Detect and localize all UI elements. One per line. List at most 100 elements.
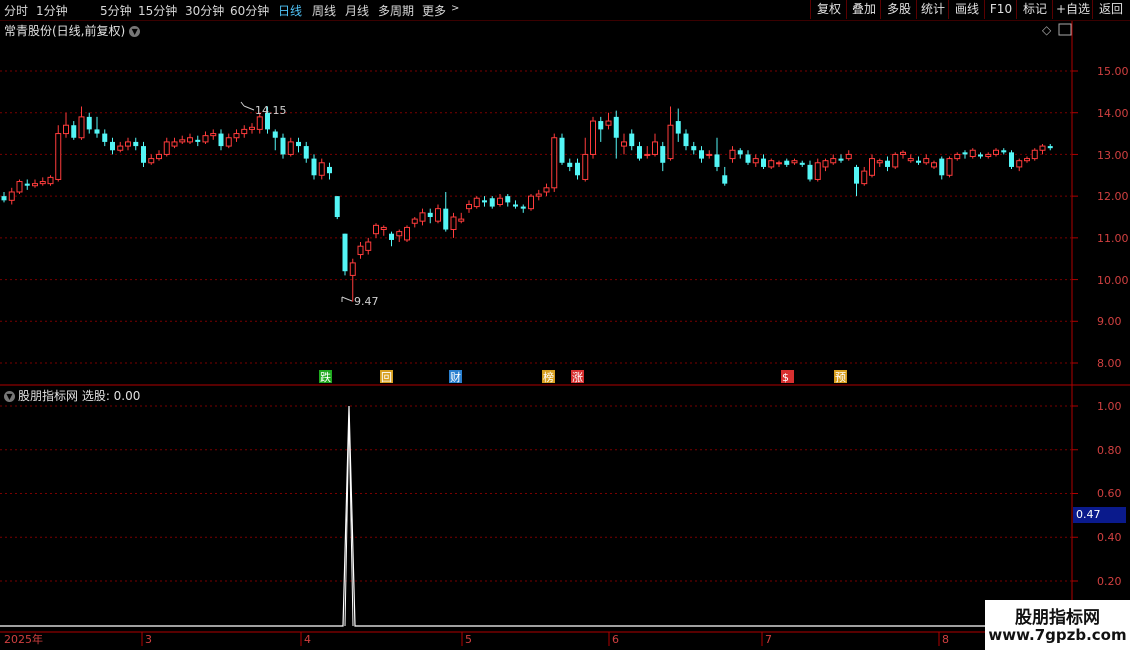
candle-body	[1047, 146, 1053, 149]
candle-body	[714, 154, 720, 167]
candle-body	[233, 133, 240, 139]
candle-body	[202, 135, 209, 143]
candle-body	[706, 153, 713, 156]
candle-body	[907, 158, 914, 162]
candle-body	[799, 162, 805, 165]
candle-body	[225, 137, 232, 147]
candle-body	[605, 120, 612, 126]
candle-body	[528, 195, 534, 210]
candle-body	[349, 262, 356, 276]
candle-body	[287, 141, 294, 155]
candle-body	[637, 146, 642, 159]
candle-body	[318, 162, 325, 176]
candle-body	[660, 146, 666, 163]
candle-body	[404, 226, 410, 241]
candle-body	[141, 146, 146, 163]
time-axis-label: 4	[304, 633, 311, 646]
candle-body	[195, 139, 201, 142]
time-axis-label: 3	[145, 633, 152, 646]
chevron-down-icon[interactable]: ▼	[4, 391, 15, 402]
candle-body	[280, 137, 286, 155]
candle-body	[520, 206, 526, 209]
layout-toggle-icon[interactable]	[1058, 23, 1072, 36]
candle-body	[1039, 145, 1046, 151]
candle-body	[47, 176, 54, 185]
candle-body	[1024, 158, 1030, 162]
candle-body	[125, 141, 131, 147]
candle-body	[575, 162, 580, 176]
indicator-title[interactable]: ▼ 股朋指标网 选股: 0.00	[4, 387, 140, 404]
candle-body	[218, 133, 224, 147]
candle-body	[978, 154, 983, 157]
candle-body	[450, 216, 457, 231]
candle-body	[993, 149, 999, 155]
candle-body	[427, 212, 433, 217]
time-axis-label: 2025年	[4, 632, 43, 646]
candle-body	[923, 158, 930, 164]
event-marker-label: 财	[450, 370, 461, 384]
candle-body	[830, 158, 837, 164]
low-arrow	[341, 296, 353, 302]
candle-body	[892, 153, 899, 168]
candle-body	[683, 133, 689, 147]
ind-y-tick-label: 1.00	[1097, 400, 1122, 413]
candle-body	[644, 153, 651, 156]
candle-body	[396, 231, 403, 237]
candle-body	[411, 218, 418, 224]
candle-body	[761, 158, 766, 167]
candle-body	[675, 121, 681, 134]
candle-body	[598, 121, 604, 130]
candle-body	[667, 124, 674, 160]
candle-body	[78, 116, 85, 139]
high-arrow	[240, 101, 255, 111]
candle-body	[110, 141, 115, 151]
y-tick-label: 15.00	[1097, 65, 1129, 78]
candle-body	[946, 158, 953, 176]
candle-body	[613, 116, 619, 138]
event-marker-label: 预	[835, 371, 846, 384]
candle-body	[272, 131, 278, 138]
candle-body	[559, 137, 565, 163]
current-value-badge: 0.47	[1073, 507, 1126, 523]
candle-body	[861, 170, 868, 185]
y-tick-label: 10.00	[1097, 274, 1129, 287]
candle-body	[737, 150, 743, 155]
candle-body	[327, 166, 332, 174]
candle-body	[16, 181, 23, 193]
candle-body	[854, 166, 859, 184]
candle-body	[629, 133, 635, 147]
candle-body	[148, 158, 155, 164]
y-tick-label: 12.00	[1097, 190, 1129, 203]
candle-body	[187, 137, 193, 143]
watermark-title: 股朋指标网	[1015, 608, 1100, 628]
candle-body	[729, 149, 736, 160]
candle-body	[1009, 152, 1014, 167]
candle-body	[1001, 150, 1007, 153]
candle-body	[8, 191, 15, 201]
diamond-icon[interactable]: ◇	[1042, 23, 1052, 37]
candle-body	[102, 133, 108, 142]
candle-body	[296, 141, 301, 147]
y-tick-label: 9.00	[1097, 315, 1122, 328]
ind-y-tick-label: 0.20	[1097, 575, 1122, 588]
chart-canvas[interactable]: ◇ 跌回财榜涨 $ 预 15.00 14.00 13.00 12.00 11.00 …	[0, 0, 1130, 650]
time-axis-label: 6	[612, 633, 619, 646]
candle-body	[380, 226, 387, 231]
candle-body	[482, 200, 487, 203]
candle-body	[567, 162, 573, 167]
low-price-label: 9.47	[354, 295, 379, 308]
watermark: 股朋指标网 www.7gpzb.com	[985, 600, 1130, 650]
event-marker-label: 回	[381, 371, 392, 384]
y-tick-label: 13.00	[1097, 149, 1129, 162]
candle-body	[962, 152, 968, 155]
watermark-url: www.7gpzb.com	[988, 626, 1127, 644]
candle-body	[256, 116, 263, 130]
candle-body	[722, 175, 728, 184]
candle-body	[513, 204, 518, 207]
candle-body	[94, 129, 100, 134]
candle-body	[458, 218, 465, 222]
candle-body	[543, 187, 550, 193]
candle-body	[814, 162, 821, 180]
candle-body	[334, 196, 340, 217]
candle-body	[249, 126, 255, 130]
